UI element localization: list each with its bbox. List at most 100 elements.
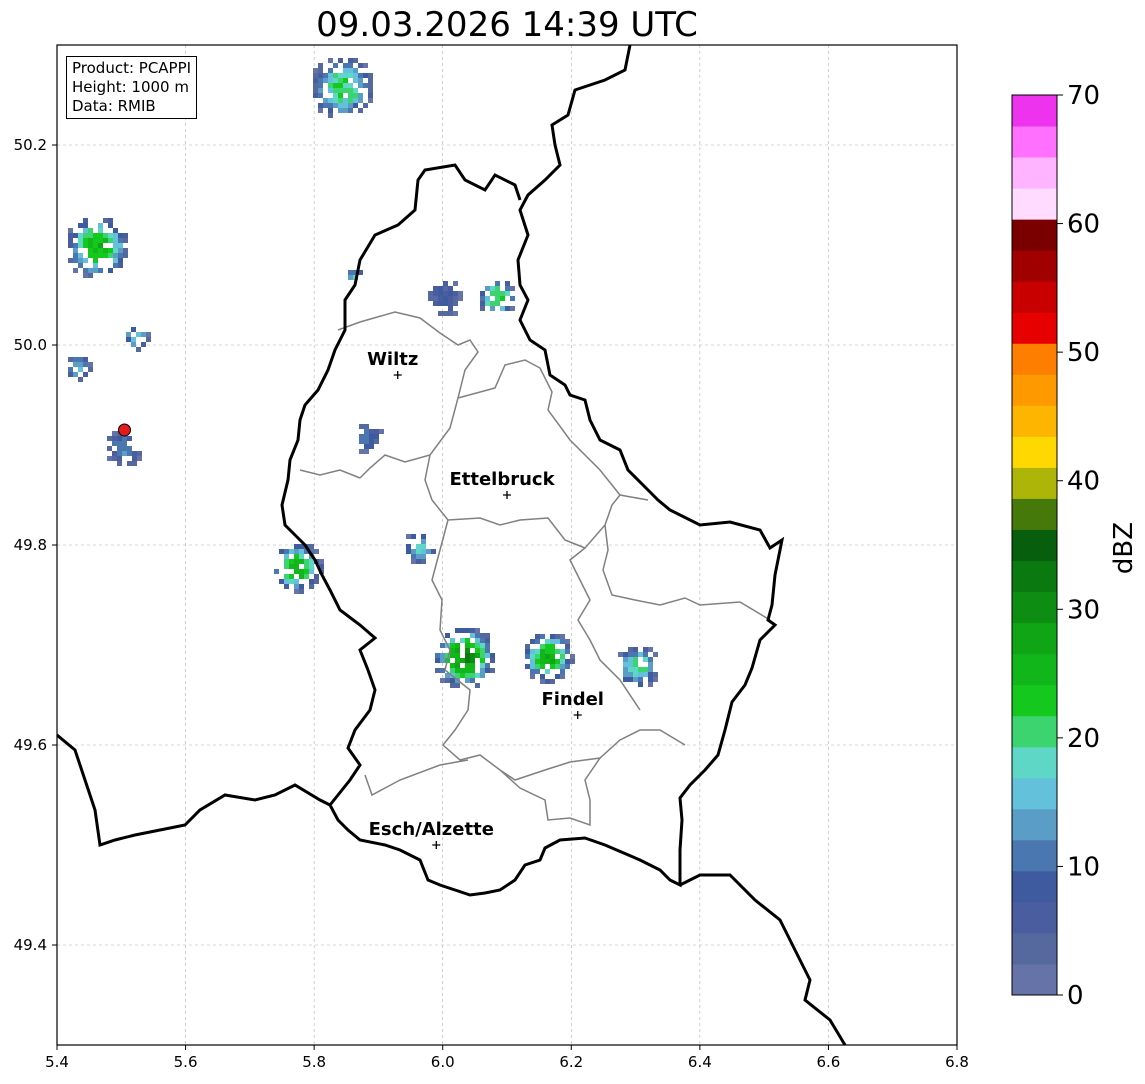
echo-pixel [113, 263, 118, 268]
echo-pixel [560, 654, 565, 659]
echo-pixel [535, 664, 540, 669]
echo-pixel [431, 549, 436, 554]
radar-map[interactable]: 5.4 5.6 5.8 6.0 6.2 6.4 6.6 6.8 49.4 49.6 49.8 50.0… [0, 0, 1145, 1084]
echo-pixel [560, 674, 565, 679]
echo-pixel [328, 103, 333, 108]
echo-pixel [364, 429, 369, 434]
echo-pixel [633, 647, 638, 652]
echo-pixel [426, 549, 431, 554]
echo-pixel [421, 544, 426, 549]
echo-pixel [364, 439, 369, 444]
echo-pixel [343, 68, 348, 73]
echo-pixel [638, 667, 643, 672]
echo-pixel [368, 78, 373, 83]
city-marker [503, 491, 511, 499]
echo-pixel [470, 653, 475, 658]
echo-pixel [438, 301, 443, 306]
echo-pixel [126, 332, 131, 337]
y-tick-label: 49.6 [14, 736, 47, 754]
echo-pixel [284, 579, 289, 584]
echo-pixel [448, 301, 453, 306]
echo-pixel [500, 296, 505, 301]
echo-pixel [530, 669, 535, 674]
echo-pixel [113, 253, 118, 258]
echo-pixel [470, 658, 475, 663]
echo-pixel [78, 263, 83, 268]
echo-pixel [118, 253, 123, 258]
echo-pixel [364, 424, 369, 429]
colorbar-segment [1012, 591, 1057, 624]
echo-pixel [122, 451, 127, 456]
echo-pixel [123, 238, 128, 243]
echo-pixel [146, 332, 151, 337]
echo-pixel [333, 103, 338, 108]
echo-pixel [374, 439, 379, 444]
echo-pixel [126, 337, 131, 342]
echo-pixel [369, 439, 374, 444]
echo-pixel [438, 296, 443, 301]
echo-pixel [333, 93, 338, 98]
echo-pixel [453, 301, 458, 306]
colorbar-segment [1012, 777, 1057, 810]
echo-pixel [565, 639, 570, 644]
echo-pixel [323, 73, 328, 78]
echo-pixel [68, 233, 73, 238]
echo-pixel [117, 456, 122, 461]
echo-pixel [304, 559, 309, 564]
echo-pixel [421, 554, 426, 559]
echo-pixel [348, 98, 353, 103]
echo-pixel [83, 243, 88, 248]
echo-pixel [450, 663, 455, 668]
echo-pixel [475, 638, 480, 643]
echo-pixel [103, 233, 108, 238]
echo-pixel [530, 654, 535, 659]
echo-pixel [500, 306, 505, 311]
echo-pixel [490, 668, 495, 673]
echo-pixel [333, 88, 338, 93]
echo-pixel [108, 248, 113, 253]
echo-pixel [416, 554, 421, 559]
echo-pixel [343, 83, 348, 88]
echo-pixel [338, 93, 343, 98]
echo-cell [274, 544, 324, 594]
echo-pixel [304, 564, 309, 569]
echo-pixel [565, 649, 570, 654]
height-label: Height: 1000 m [72, 78, 189, 96]
echo-pixel [638, 672, 643, 677]
echo-pixel [289, 579, 294, 584]
echo-pixel [78, 238, 83, 243]
echo-pixel [113, 238, 118, 243]
product-info-box: Product: PCAPPI Height: 1000 m Data: RMI… [66, 56, 198, 119]
echo-pixel [550, 659, 555, 664]
echo-pixel [348, 73, 353, 78]
echo-pixel [343, 103, 348, 108]
echo-pixel [348, 103, 353, 108]
echo-pixel [480, 653, 485, 658]
echo-pixel [108, 268, 113, 273]
echo-pixel [565, 659, 570, 664]
echo-pixel [465, 663, 470, 668]
echo-pixel [83, 357, 88, 362]
echo-pixel [448, 311, 453, 316]
echo-pixel [313, 83, 318, 88]
x-tick-label: 6.4 [688, 1053, 712, 1071]
radar-site-marker[interactable] [118, 423, 131, 437]
echo-pixel [465, 648, 470, 653]
echo-pixel [333, 78, 338, 83]
echo-pixel [318, 63, 323, 68]
echo-pixel [353, 98, 358, 103]
echo-pixel [443, 286, 448, 291]
echo-pixel [638, 652, 643, 657]
echo-pixel [428, 296, 433, 301]
echo-pixel [309, 544, 314, 549]
echo-pixel [443, 311, 448, 316]
echo-pixel [455, 673, 460, 678]
echo-pixel [475, 633, 480, 638]
echo-pixel [88, 243, 93, 248]
x-tick-label: 6.6 [816, 1053, 840, 1071]
echo-pixel [643, 667, 648, 672]
echo-pixel [560, 634, 565, 639]
echo-pixel [440, 653, 445, 658]
echo-pixel [112, 436, 117, 441]
echo-pixel [294, 559, 299, 564]
